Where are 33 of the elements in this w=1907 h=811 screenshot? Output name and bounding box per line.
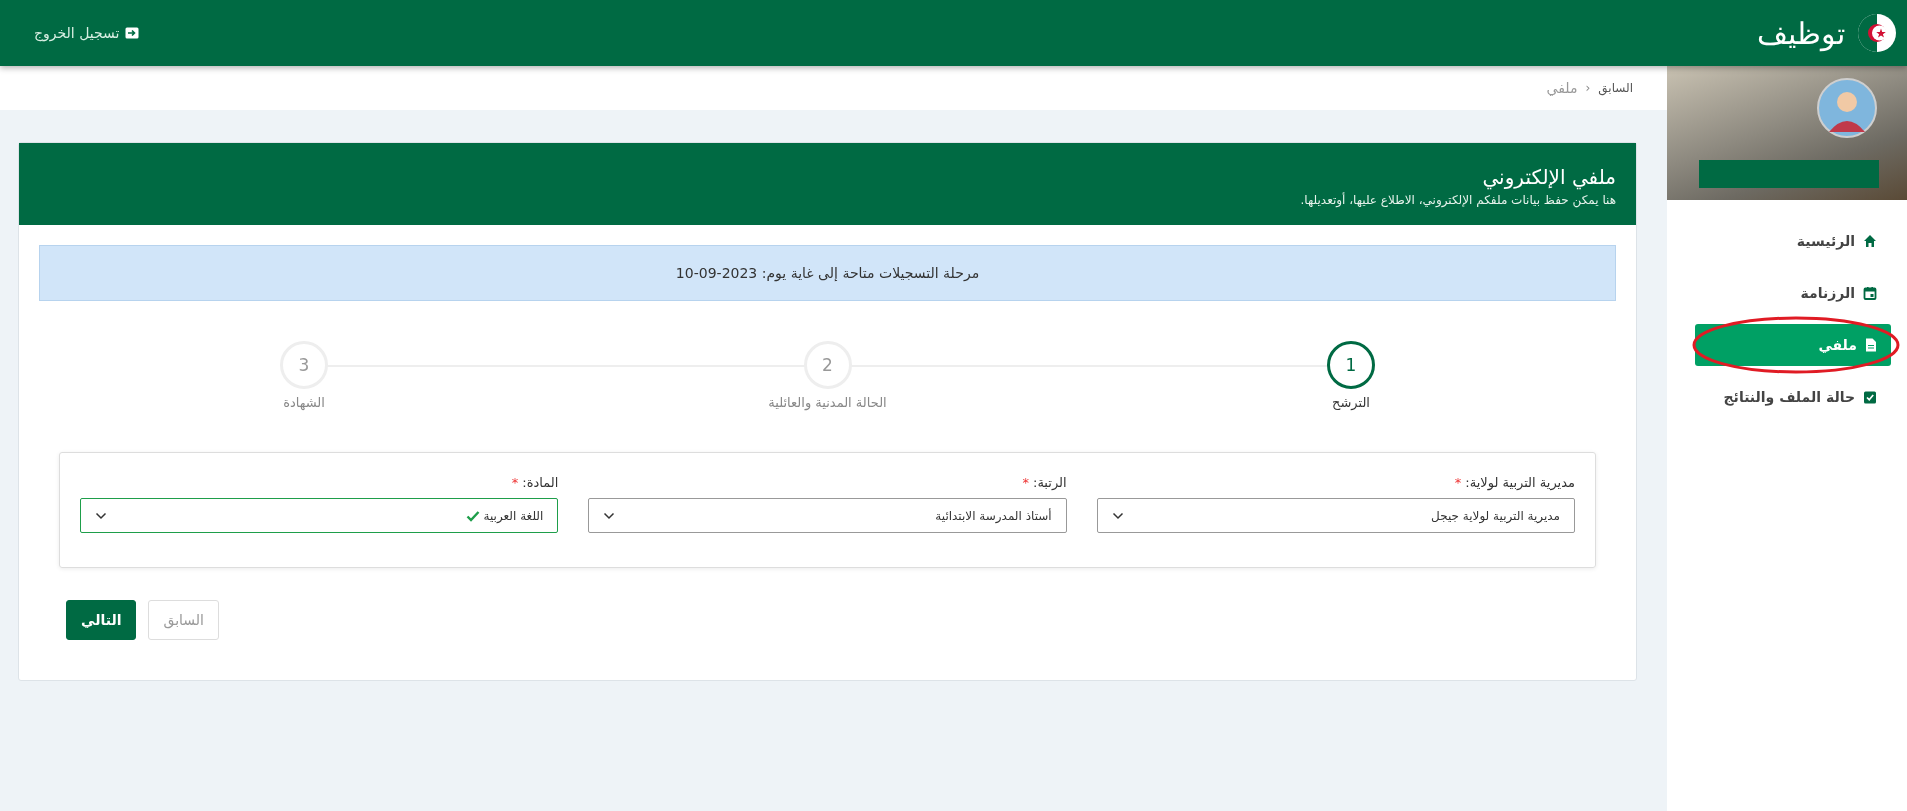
checkmark-icon: [465, 509, 480, 522]
field-label: المادة: *: [510, 475, 559, 490]
dropdown-field[interactable]: اللغة العربية: [80, 498, 559, 533]
logo-text: توظيف: [1757, 15, 1845, 51]
sidebar-item[interactable]: حالة الملف والنتائج: [1695, 376, 1891, 418]
chevron-down-icon: [603, 511, 616, 520]
chevron-down-icon: [95, 511, 107, 520]
notice-text: مرحلة التسجيلات متاحة إلى غاية يوم: 2023-09-10: [39, 245, 1616, 301]
document-icon: [1865, 338, 1877, 352]
sidebar-item[interactable]: الرزنامة: [1695, 272, 1891, 314]
field-label: مديرية التربية لولاية: *: [1453, 475, 1575, 490]
dropdown-field[interactable]: مديرية التربية لولاية جيجل: [1096, 498, 1575, 533]
breadcrumb-link[interactable]: السابق: [1598, 81, 1633, 95]
breadcrumb-separator: ‹: [1585, 81, 1591, 95]
form-button[interactable]: التالي: [66, 600, 137, 640]
step-label: الشهادة: [283, 395, 325, 410]
card-title: ملفي الإلكتروني: [1481, 165, 1616, 189]
home-icon: [1863, 234, 1877, 248]
dropdown-field[interactable]: أستاذ المدرسة الابتدائية: [588, 498, 1067, 533]
logout-icon: [125, 27, 140, 39]
flag-icon: [1857, 13, 1897, 53]
chevron-down-icon: [1111, 511, 1124, 520]
logout-link[interactable]: تسجيل الخروج: [34, 25, 140, 41]
avatar-icon: [1817, 78, 1877, 138]
step-label: الحالة المدنية والعائلية: [768, 395, 887, 410]
step-label: الترشح: [1332, 395, 1370, 410]
clipboard-check-icon: [1863, 390, 1877, 404]
card-subtitle: هنا يمكن حفظ بيانات ملفكم الإلكتروني، الاطلاع عليها، أوتعديلها.: [1299, 193, 1616, 207]
breadcrumb-current: ملفي: [1546, 80, 1578, 96]
step-circle[interactable]: 1: [1327, 341, 1375, 389]
calendar-icon: [1863, 286, 1877, 300]
field-label: الرتبة: *: [1021, 475, 1067, 490]
sidebar-item[interactable]: الرئيسية: [1695, 220, 1891, 262]
